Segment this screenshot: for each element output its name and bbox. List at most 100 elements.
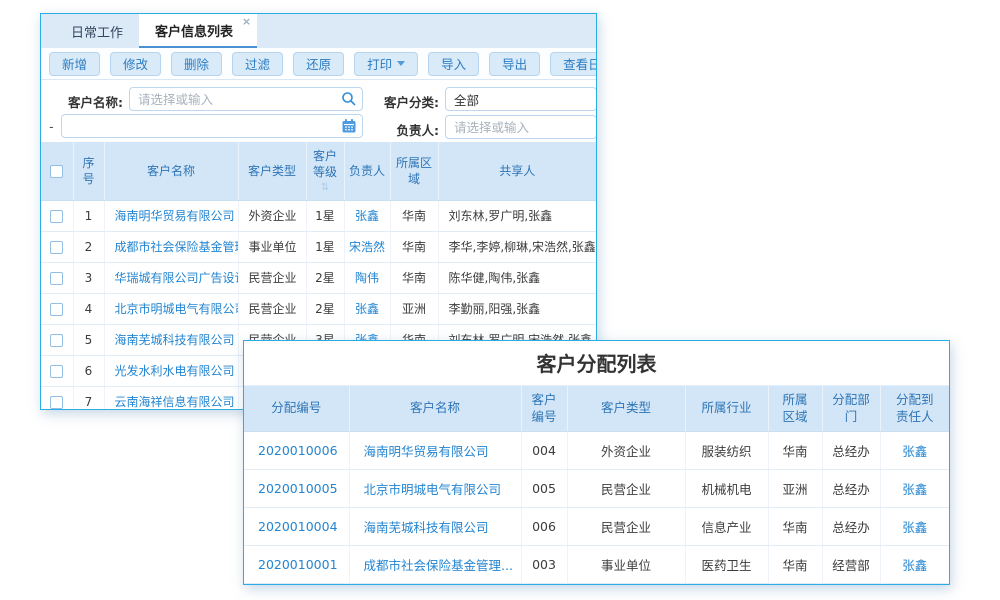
customer-category-label: 客户分类: — [371, 92, 439, 111]
modify-button[interactable]: 修改 — [110, 52, 161, 76]
customer-name-link[interactable]: 云南海祥信息有限公司 — [115, 395, 235, 409]
customer-no-cell: 003 — [521, 546, 567, 584]
owner-link[interactable]: 宋浩然 — [349, 240, 385, 254]
tab-customer-info-list[interactable]: 客户信息列表 × — [139, 14, 257, 48]
region-cell: 华南 — [390, 231, 438, 262]
assignee-link[interactable]: 张鑫 — [902, 558, 927, 573]
add-button[interactable]: 新增 — [49, 52, 100, 76]
customer-name-link[interactable]: 海南芜城科技有限公司 — [115, 333, 235, 347]
alloc-no-cell: 2020010005 — [244, 470, 349, 508]
date-input[interactable] — [61, 114, 363, 138]
table-row[interactable]: 2020010005 北京市明城电气有限公司 005 民营企业 机械机电 亚洲 … — [244, 470, 949, 508]
alloc-dept-cell: 总经办 — [822, 470, 880, 508]
customer-name-link[interactable]: 海南明华贸易有限公司 — [364, 444, 489, 459]
customer-name-cell: 北京市明城电气有限公司 — [349, 470, 521, 508]
checkbox-cell — [41, 262, 73, 293]
button-label: 过滤 — [245, 54, 270, 73]
col-header-alloc-no: 分配编号 — [244, 386, 349, 432]
sort-icon[interactable]: ⇅ — [307, 183, 344, 193]
calendar-icon[interactable] — [341, 118, 357, 134]
owner-cell: 宋浩然 — [344, 231, 390, 262]
col-header-region: 所属区域 — [768, 386, 822, 432]
alloc-no-link[interactable]: 2020010006 — [258, 443, 338, 458]
owner-link[interactable]: 陶伟 — [355, 271, 379, 285]
customer-name-link[interactable]: 华瑞城有限公司广告设计部 — [115, 271, 239, 285]
table-row[interactable]: 2020010004 海南芜城科技有限公司 006 民营企业 信息产业 华南 总… — [244, 508, 949, 546]
row-checkbox[interactable] — [50, 396, 63, 409]
customer-name-input[interactable] — [129, 87, 363, 111]
button-label: 新增 — [62, 54, 87, 73]
assignee-cell: 张鑫 — [880, 432, 949, 470]
table-header-row: 分配编号 客户名称 客户编号 客户类型 所属行业 所属区域 分配部门 分配到责任… — [244, 386, 949, 432]
table-row[interactable]: 2 成都市社会保险基金管理... 事业单位 1星 宋浩然 华南 李华,李婷,柳琳… — [41, 231, 596, 262]
assignee-link[interactable]: 张鑫 — [902, 482, 927, 497]
customer-name-link[interactable]: 光发水利水电有限公司 — [115, 364, 235, 378]
alloc-no-link[interactable]: 2020010001 — [258, 557, 338, 572]
assignee-link[interactable]: 张鑫 — [902, 520, 927, 535]
customer-type-cell: 外资企业 — [567, 432, 685, 470]
row-checkbox[interactable] — [50, 365, 63, 378]
col-header-no: 序号 — [73, 142, 104, 200]
row-no: 6 — [73, 355, 104, 386]
print-button[interactable]: 打印 — [354, 52, 418, 76]
restore-button[interactable]: 还原 — [293, 52, 344, 76]
alloc-no-link[interactable]: 2020010004 — [258, 519, 338, 534]
customer-category-input[interactable] — [445, 87, 597, 111]
col-header-customer-level: 客户等级⇅ — [306, 142, 344, 200]
table-row[interactable]: 1 海南明华贸易有限公司 外资企业 1星 张鑫 华南 刘东林,罗广明,张鑫 — [41, 200, 596, 231]
col-header-customer-no: 客户编号 — [521, 386, 567, 432]
select-all-checkbox[interactable] — [50, 165, 63, 178]
checkbox-cell — [41, 231, 73, 262]
export-button[interactable]: 导出 — [489, 52, 540, 76]
assignee-link[interactable]: 张鑫 — [902, 444, 927, 459]
table-row[interactable]: 2020010006 海南明华贸易有限公司 004 外资企业 服装纺织 华南 总… — [244, 432, 949, 470]
customer-name-cell: 海南芜城科技有限公司 — [104, 324, 238, 355]
row-checkbox[interactable] — [50, 334, 63, 347]
customer-type-cell: 事业单位 — [238, 231, 306, 262]
customer-type-cell: 民营企业 — [567, 508, 685, 546]
alloc-no-link[interactable]: 2020010005 — [258, 481, 338, 496]
table-row[interactable]: 4 北京市明城电气有限公司 民营企业 2星 张鑫 亚洲 李勤丽,阳强,张鑫 — [41, 293, 596, 324]
row-checkbox[interactable] — [50, 272, 63, 285]
customer-name-link[interactable]: 北京市明城电气有限公司 — [364, 482, 502, 497]
col-header-shared: 共享人 — [438, 142, 596, 200]
import-button[interactable]: 导入 — [428, 52, 479, 76]
region-cell: 华南 — [390, 200, 438, 231]
desktop: 日常工作 客户信息列表 × 新增 修改 删除 过滤 还原 打印 导入 导出 查看… — [0, 0, 1000, 600]
tab-bar: 日常工作 客户信息列表 × — [41, 14, 596, 48]
owner-label: 负责人: — [371, 120, 439, 139]
region-cell: 亚洲 — [768, 470, 822, 508]
alloc-dept-cell: 总经办 — [822, 432, 880, 470]
alloc-no-cell: 2020010004 — [244, 508, 349, 546]
customer-name-link[interactable]: 海南明华贸易有限公司 — [115, 209, 235, 223]
owner-link[interactable]: 张鑫 — [355, 302, 379, 316]
assignee-cell: 张鑫 — [880, 470, 949, 508]
owner-link[interactable]: 张鑫 — [355, 209, 379, 223]
button-label: 打印 — [367, 54, 392, 73]
customer-name-link[interactable]: 北京市明城电气有限公司 — [115, 302, 239, 316]
region-cell: 华南 — [390, 262, 438, 293]
col-header-customer-name: 客户名称 — [349, 386, 521, 432]
tab-label: 日常工作 — [71, 22, 123, 41]
row-no: 3 — [73, 262, 104, 293]
row-checkbox[interactable] — [50, 241, 63, 254]
close-icon[interactable]: × — [242, 16, 251, 27]
customer-name-link[interactable]: 海南芜城科技有限公司 — [364, 520, 489, 535]
customer-allocation-table-body: 2020010006 海南明华贸易有限公司 004 外资企业 服装纺织 华南 总… — [244, 432, 949, 584]
customer-level-cell: 2星 — [306, 293, 344, 324]
search-icon[interactable] — [341, 91, 357, 107]
row-checkbox[interactable] — [50, 210, 63, 223]
filter-button[interactable]: 过滤 — [232, 52, 283, 76]
owner-input[interactable] — [445, 115, 597, 139]
table-row[interactable]: 3 华瑞城有限公司广告设计部 民营企业 2星 陶伟 华南 陈华健,陶伟,张鑫 — [41, 262, 596, 293]
table-row[interactable]: 2020010001 成都市社会保险基金管理... 003 事业单位 医药卫生 … — [244, 546, 949, 584]
industry-cell: 机械机电 — [685, 470, 768, 508]
view-log-button[interactable]: 查看日志 — [550, 52, 597, 76]
customer-name-cell: 海南明华贸易有限公司 — [104, 200, 238, 231]
tab-daily-work[interactable]: 日常工作 — [55, 14, 139, 48]
customer-name-link[interactable]: 成都市社会保险基金管理... — [115, 240, 239, 254]
delete-button[interactable]: 删除 — [171, 52, 222, 76]
customer-name-link[interactable]: 成都市社会保险基金管理... — [364, 558, 513, 573]
row-checkbox[interactable] — [50, 303, 63, 316]
customer-name-cell: 云南海祥信息有限公司 — [104, 386, 238, 410]
